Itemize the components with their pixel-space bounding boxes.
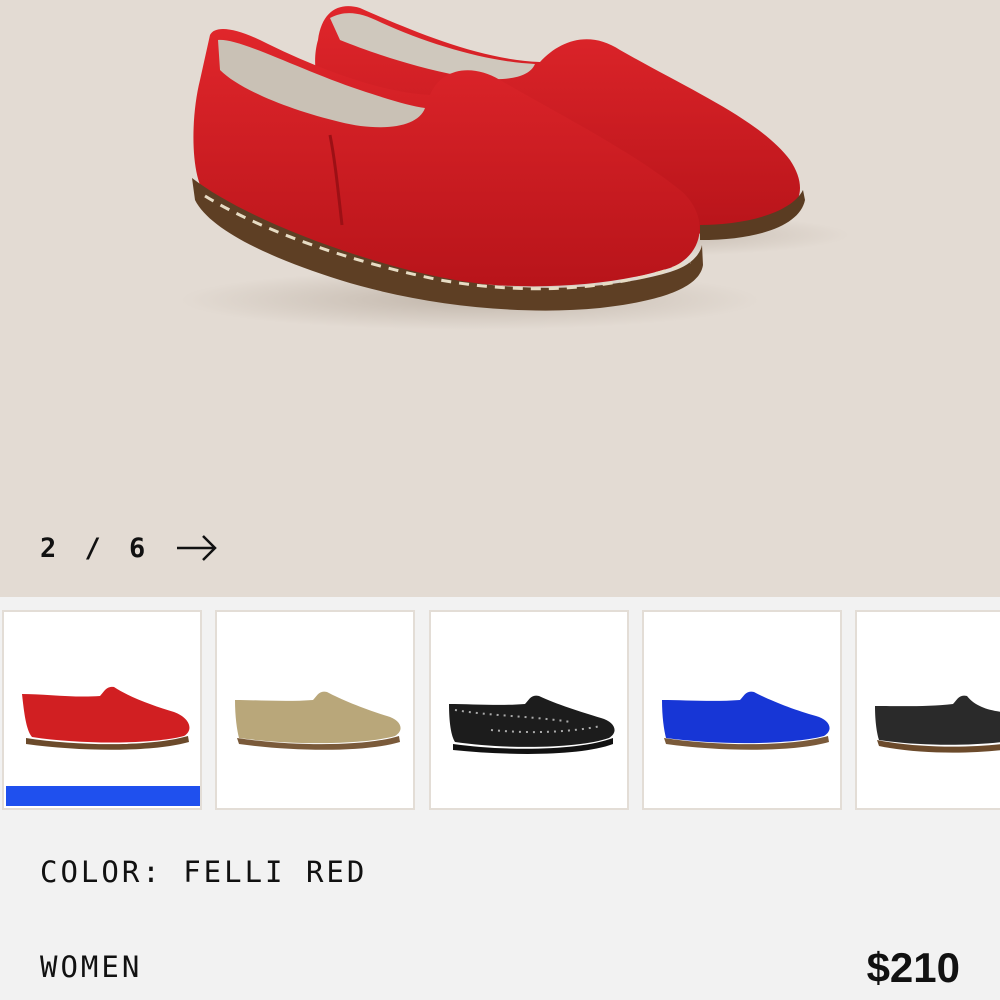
thumbnail-blue-suede[interactable] xyxy=(642,610,842,810)
gallery-counter: 2 / 6 xyxy=(40,532,152,564)
color-label: COLOR: FELLI RED xyxy=(40,855,368,889)
thumbnail-black-studded[interactable] xyxy=(429,610,629,810)
gallery-pager: 2 / 6 xyxy=(40,528,219,568)
thumbnail-strip[interactable] xyxy=(0,597,1000,817)
gender-label: WOMEN xyxy=(40,950,143,984)
product-image-gallery[interactable]: 2 / 6 xyxy=(0,0,1000,597)
arrow-right-icon[interactable] xyxy=(175,533,219,563)
price-label: $210 xyxy=(866,944,960,991)
thumbnail-felli-red[interactable] xyxy=(2,610,202,810)
thumbnail-tan-suede[interactable] xyxy=(215,610,415,810)
thumbnail-black-leather[interactable] xyxy=(855,610,1000,810)
selected-thumbnail-indicator xyxy=(6,786,200,806)
product-main-image xyxy=(180,6,850,330)
